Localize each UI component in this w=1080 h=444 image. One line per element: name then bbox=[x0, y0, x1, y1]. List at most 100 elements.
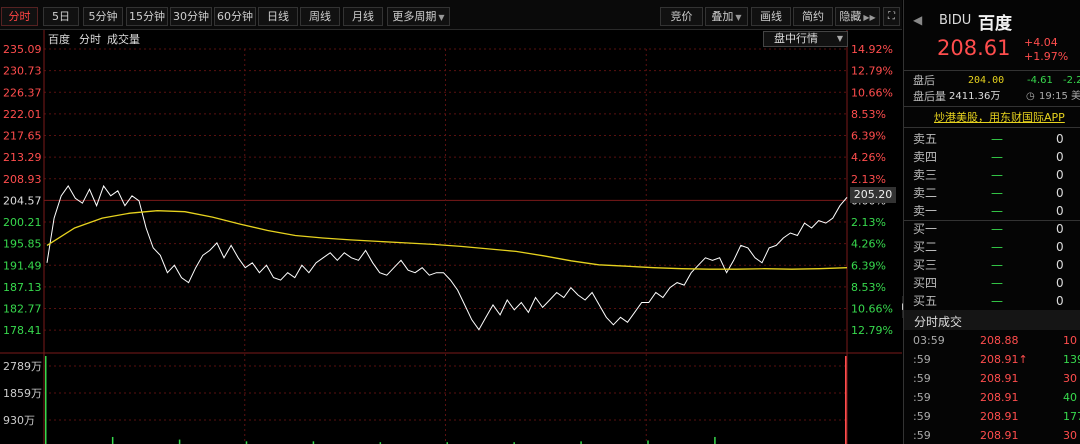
legend-intraday: 分时 bbox=[79, 33, 101, 46]
price-line bbox=[46, 184, 848, 331]
tick-price: 208.88 bbox=[980, 334, 1019, 347]
tick-volume: 30 bbox=[1063, 372, 1077, 385]
tick-volume: 30 bbox=[1063, 429, 1077, 442]
tab-60min[interactable]: 60分钟 bbox=[214, 7, 256, 26]
after-hours-row: 盘后 204.00 -4.61 -2.2 bbox=[913, 74, 1080, 87]
current-price-tag: 205.20 bbox=[850, 187, 896, 203]
percent-tick-label: 2.13% bbox=[851, 173, 886, 186]
hide-button[interactable]: 隐藏 ▶▶ bbox=[835, 7, 880, 26]
fullscreen-icon[interactable]: ⛶ bbox=[883, 7, 900, 26]
tab-15min[interactable]: 15分钟 bbox=[126, 7, 168, 26]
tick-time: 03:59 bbox=[913, 334, 945, 347]
price-axis: 235.09 230.73 226.37 222.01 217.65 213.29 208.… bbox=[3, 43, 42, 337]
price-tick-label: 208.93 bbox=[3, 173, 42, 186]
price-tick-label: 182.77 bbox=[3, 303, 42, 316]
order-book-level: 买四 — 0 bbox=[913, 275, 1080, 291]
tab-more-periods[interactable]: 更多周期 ▼ bbox=[387, 7, 450, 26]
average-line bbox=[46, 210, 848, 270]
price-tick-label: 200.21 bbox=[3, 216, 42, 229]
order-book-level: 买三 — 0 bbox=[913, 257, 1080, 273]
period-toolbar: 分时 5日 5分钟 15分钟 30分钟 60分钟 日线 周线 月线 更多周期 ▼ … bbox=[0, 0, 902, 30]
tick-volume: 177 bbox=[1063, 410, 1080, 423]
order-book-level: 卖四 — 0 bbox=[913, 149, 1080, 165]
tab-5day[interactable]: 5日 bbox=[43, 7, 79, 26]
chevron-left-icon[interactable]: ◀ bbox=[913, 13, 922, 27]
level-price: — bbox=[991, 294, 1003, 308]
tab-daily[interactable]: 日线 bbox=[258, 7, 298, 26]
price-tick-label: 226.37 bbox=[3, 86, 42, 99]
change-percent: +1.97% bbox=[1024, 50, 1069, 63]
trade-tick-row: :59 208.91↑ 139 bbox=[913, 351, 1080, 369]
app-promo-link[interactable]: 炒港美股，用东财国际APP bbox=[934, 109, 1065, 125]
level-price: — bbox=[991, 168, 1003, 182]
percent-tick-label: 4.26% bbox=[851, 238, 886, 251]
legend-stock: 百度 bbox=[48, 32, 70, 46]
level-price: — bbox=[991, 258, 1003, 272]
caret-down-icon: ▼ bbox=[438, 13, 445, 22]
order-book-level: 买五 — 0 bbox=[913, 293, 1080, 309]
trade-tick-row: :59 208.91 30 bbox=[913, 427, 1080, 444]
percent-tick-label: 6.39% bbox=[851, 130, 886, 143]
order-book-level: 买二 — 0 bbox=[913, 239, 1080, 255]
overlay-button[interactable]: 叠加 ▼ bbox=[705, 7, 748, 26]
level-label: 买二 bbox=[913, 240, 938, 254]
draw-line-button[interactable]: 画线 bbox=[751, 7, 791, 26]
level-volume: 0 bbox=[1056, 186, 1064, 200]
tab-30min[interactable]: 30分钟 bbox=[170, 7, 212, 26]
level-volume: 0 bbox=[1056, 276, 1064, 290]
level-label: 卖五 bbox=[913, 132, 938, 146]
price-tick-label: 213.29 bbox=[3, 151, 42, 164]
level-price: — bbox=[991, 204, 1003, 218]
order-book-level: 卖三 — 0 bbox=[913, 167, 1080, 183]
level-label: 卖三 bbox=[913, 168, 938, 182]
level-price: — bbox=[991, 150, 1003, 164]
level-label: 买五 bbox=[913, 294, 938, 308]
volume-axis: 2789万 1859万 930万 bbox=[3, 360, 42, 427]
trade-ticks-header: 分时成交 bbox=[904, 310, 1080, 330]
price-tick-label: 230.73 bbox=[3, 65, 42, 78]
price-tick-label: 187.13 bbox=[3, 281, 42, 294]
market-mode-select[interactable]: 盘中行情 ▼ bbox=[763, 31, 848, 47]
tab-monthly[interactable]: 月线 bbox=[343, 7, 383, 26]
price-tick-label: 235.09 bbox=[3, 43, 42, 56]
percent-tick-label: 8.53% bbox=[851, 281, 886, 294]
tick-time: :59 bbox=[913, 353, 931, 366]
tab-intraday[interactable]: 分时 bbox=[1, 7, 38, 26]
price-tick-label: 204.57 bbox=[3, 194, 42, 207]
intraday-chart[interactable]: 235.09 230.73 226.37 222.01 217.65 213.29 208.… bbox=[0, 30, 902, 444]
trade-tick-row: :59 208.91 177 bbox=[913, 408, 1080, 426]
compact-button[interactable]: 简约 bbox=[793, 7, 833, 26]
tab-weekly[interactable]: 周线 bbox=[300, 7, 340, 26]
tick-time: :59 bbox=[913, 391, 931, 404]
tick-price: 208.91 bbox=[980, 391, 1019, 404]
level-volume: 0 bbox=[1056, 240, 1064, 254]
divider bbox=[904, 106, 1080, 107]
tick-price: 208.91↑ bbox=[980, 353, 1028, 366]
level-volume: 0 bbox=[1056, 132, 1064, 146]
auction-button[interactable]: 竞价 bbox=[660, 7, 703, 26]
tick-time: :59 bbox=[913, 429, 931, 442]
legend-volume: 成交量 bbox=[107, 32, 140, 46]
tick-volume: 10 bbox=[1063, 334, 1077, 347]
level-volume: 0 bbox=[1056, 150, 1064, 164]
series-lines bbox=[46, 184, 848, 331]
percent-tick-label: 4.26% bbox=[851, 151, 886, 164]
volume-bar bbox=[714, 436, 716, 444]
level-volume: 0 bbox=[1056, 204, 1064, 218]
level-volume: 0 bbox=[1056, 258, 1064, 272]
ticker-symbol: BIDU bbox=[939, 13, 972, 28]
percent-tick-label: 2.13% bbox=[851, 216, 886, 229]
tab-5min[interactable]: 5分钟 bbox=[83, 7, 123, 26]
trade-tick-row: :59 208.91 40 bbox=[913, 389, 1080, 407]
divider bbox=[904, 127, 1080, 128]
level-label: 卖二 bbox=[913, 186, 938, 200]
price-tick-label: 191.49 bbox=[3, 259, 42, 272]
volume-bar bbox=[45, 356, 47, 444]
tick-price: 208.91 bbox=[980, 429, 1019, 442]
level-price: — bbox=[991, 240, 1003, 254]
order-book-level: 卖五 — 0 bbox=[913, 131, 1080, 147]
volume-tick-label: 1859万 bbox=[3, 387, 42, 400]
level-price: — bbox=[991, 276, 1003, 290]
tick-volume: 139 bbox=[1063, 353, 1080, 366]
quote-panel: ◀ BIDU 百度 208.61 +4.04 +1.97% 盘后 204.00 … bbox=[903, 0, 1080, 444]
